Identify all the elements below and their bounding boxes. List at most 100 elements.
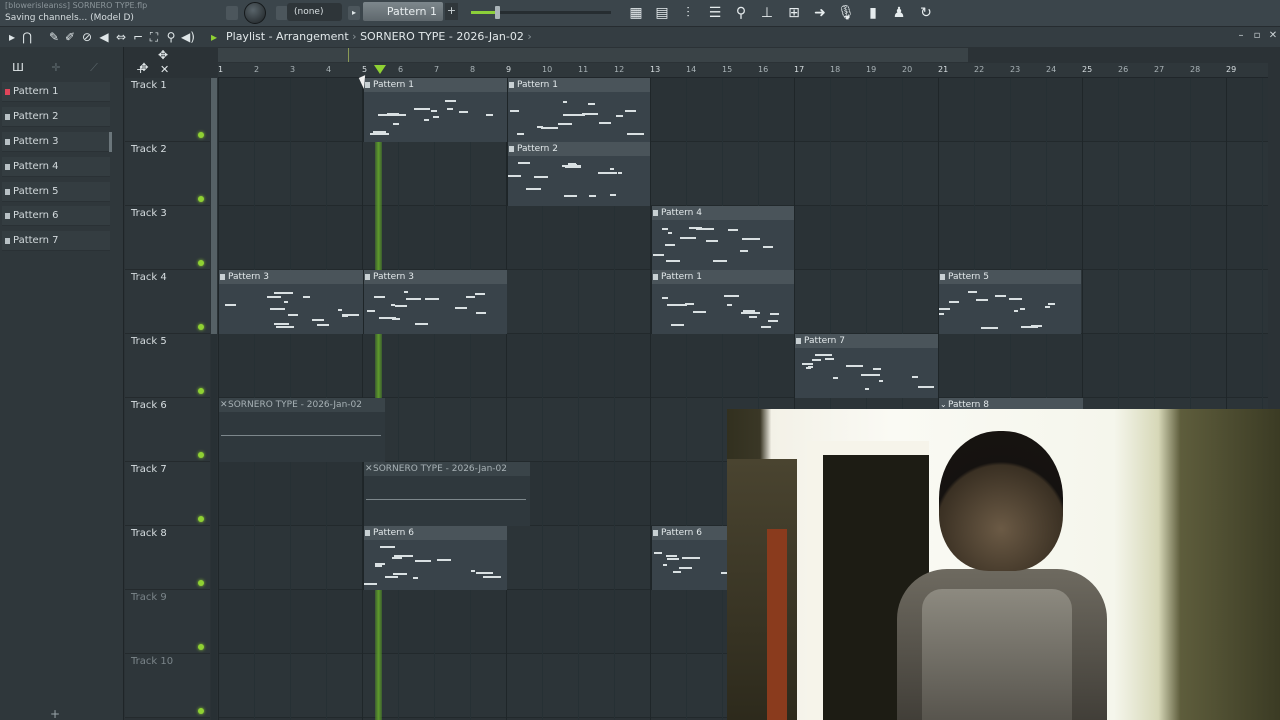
- track-mute-led[interactable]: [198, 260, 204, 266]
- picker-item-pattern-1[interactable]: Pattern 1: [2, 82, 110, 102]
- magnet-icon[interactable]: ⋂: [19, 28, 35, 46]
- clip-pattern-1[interactable]: Pattern 1: [363, 78, 507, 142]
- track-scrollbar[interactable]: [211, 78, 217, 720]
- tempo-icon[interactable]: ⊥: [757, 3, 777, 23]
- pencil-icon[interactable]: ✎: [46, 28, 62, 46]
- picker-item-pattern-7[interactable]: Pattern 7: [2, 231, 110, 251]
- track-mute-led[interactable]: [198, 644, 204, 650]
- volume-thumb[interactable]: [495, 6, 500, 19]
- track-header[interactable]: Track 5: [125, 334, 210, 398]
- clip-header[interactable]: Pattern 3: [219, 270, 363, 284]
- minimize-icon[interactable]: –: [1234, 29, 1248, 43]
- arrow-right-icon[interactable]: ➜: [810, 3, 830, 23]
- clip-header[interactable]: Pattern 2: [508, 142, 650, 156]
- playlist-overview[interactable]: [218, 48, 968, 62]
- clip-audio[interactable]: ✕ SORNERO TYPE - 2026-Jan-02: [363, 462, 530, 526]
- browser-icon[interactable]: ⊞: [784, 3, 804, 23]
- track-header[interactable]: Track 4: [125, 270, 210, 334]
- clip-header[interactable]: Pattern 5: [939, 270, 1081, 284]
- piano-roll-icon[interactable]: ▤: [652, 3, 672, 23]
- clip-header[interactable]: Pattern 6: [364, 526, 507, 540]
- brush-icon[interactable]: ✐: [62, 28, 78, 46]
- track-mute-led[interactable]: [198, 452, 204, 458]
- arrangement-name[interactable]: SORNERO TYPE - 2026-Jan-02: [360, 30, 524, 43]
- clip-header[interactable]: Pattern 1: [508, 78, 650, 92]
- clip-header[interactable]: ✕ SORNERO TYPE - 2026-Jan-02: [219, 398, 385, 412]
- picker-item-pattern-3[interactable]: Pattern 3: [2, 132, 110, 152]
- clip-pattern-1[interactable]: Pattern 1: [651, 270, 794, 334]
- track-header[interactable]: Track 3: [125, 206, 210, 270]
- delete-icon[interactable]: ⊘: [79, 28, 95, 46]
- clip-pattern-3[interactable]: Pattern 3: [363, 270, 507, 334]
- clip-audio[interactable]: ✕ SORNERO TYPE - 2026-Jan-02: [218, 398, 385, 462]
- zoom-icon[interactable]: ⚲: [163, 28, 179, 46]
- mute-icon[interactable]: ◀: [96, 28, 112, 46]
- clip-header[interactable]: Pattern 3: [364, 270, 507, 284]
- file-icon[interactable]: ▮: [863, 3, 883, 23]
- play-arrow-icon[interactable]: ▸: [4, 28, 20, 46]
- track-mute-led[interactable]: [198, 196, 204, 202]
- add-track-icon[interactable]: +: [136, 63, 145, 76]
- track-header[interactable]: Track 2: [125, 142, 210, 206]
- track-mute-led[interactable]: [198, 132, 204, 138]
- picker-scrollbar[interactable]: [109, 132, 112, 152]
- plugin-picker-icon[interactable]: ⚲: [731, 3, 751, 23]
- play-pattern-button[interactable]: ▸: [348, 6, 360, 20]
- track-mute-led[interactable]: [198, 708, 204, 714]
- clip-header[interactable]: ✕ SORNERO TYPE - 2026-Jan-02: [364, 462, 530, 476]
- stamp-icon[interactable]: ♟: [889, 3, 909, 23]
- clip-pattern-1[interactable]: Pattern 1: [507, 78, 650, 142]
- close-picker-icon[interactable]: ✕: [160, 63, 169, 76]
- microphone-icon[interactable]: 🎙: [836, 3, 856, 23]
- add-pattern-button[interactable]: +: [445, 3, 458, 20]
- select-icon[interactable]: ⛶: [146, 28, 162, 46]
- mixer-icon[interactable]: ⫶: [678, 3, 698, 23]
- track-header[interactable]: Track 10: [125, 654, 210, 718]
- playback-icon[interactable]: ◀): [180, 28, 196, 46]
- channel-rack-icon[interactable]: ☰: [705, 3, 725, 23]
- playhead-marker[interactable]: [374, 65, 386, 74]
- picker-item-pattern-6[interactable]: Pattern 6: [2, 206, 110, 226]
- clip-header[interactable]: Pattern 7: [795, 334, 938, 348]
- track-header[interactable]: Track 6: [125, 398, 210, 462]
- picker-item-pattern-4[interactable]: Pattern 4: [2, 157, 110, 177]
- track-scrollbar-thumb[interactable]: [211, 78, 217, 334]
- clip-pattern-5[interactable]: Pattern 5: [938, 270, 1081, 334]
- track-mute-led[interactable]: [198, 388, 204, 394]
- pattern-selector[interactable]: Pattern 1: [363, 2, 443, 21]
- clip-pattern-7[interactable]: Pattern 7: [794, 334, 938, 398]
- picker-item-pattern-2[interactable]: Pattern 2: [2, 107, 110, 127]
- refresh-icon[interactable]: ↻: [916, 3, 936, 23]
- clip-header[interactable]: Pattern 1: [364, 78, 507, 92]
- picker-add-button[interactable]: +: [50, 707, 60, 720]
- maximize-icon[interactable]: ▫: [1250, 29, 1264, 43]
- master-volume-slider[interactable]: [471, 6, 611, 19]
- clip-header[interactable]: Pattern 1: [652, 270, 794, 284]
- track-mute-led[interactable]: [198, 516, 204, 522]
- playlist-icon[interactable]: ▦: [626, 3, 646, 23]
- move-icon[interactable]: ✥: [158, 48, 168, 62]
- clip-pattern-6[interactable]: Pattern 6: [363, 526, 507, 590]
- track-header[interactable]: Track 8: [125, 526, 210, 590]
- clip-header[interactable]: Pattern 4: [652, 206, 794, 220]
- track-header[interactable]: Track 7: [125, 462, 210, 526]
- clip-pattern-4[interactable]: Pattern 4: [651, 206, 794, 270]
- snap-button[interactable]: [226, 6, 238, 20]
- arrangement-play-icon[interactable]: ▸: [206, 28, 222, 46]
- track-name: Track 2: [131, 144, 167, 155]
- slice-icon[interactable]: ⌐: [130, 28, 146, 46]
- picker-edit-icon[interactable]: ⟋: [86, 60, 102, 76]
- slip-icon[interactable]: ⇔: [113, 28, 129, 46]
- clip-pattern-3[interactable]: Pattern 3: [218, 270, 363, 334]
- close-icon[interactable]: ✕: [1266, 29, 1280, 43]
- track-header[interactable]: Track 1: [125, 78, 210, 142]
- track-header[interactable]: Track 9: [125, 590, 210, 654]
- picker-add-icon[interactable]: ✛: [48, 60, 64, 76]
- master-pitch-knob[interactable]: [244, 2, 266, 24]
- track-mute-led[interactable]: [198, 580, 204, 586]
- track-mute-led[interactable]: [198, 324, 204, 330]
- clip-pattern-2[interactable]: Pattern 2: [507, 142, 650, 206]
- picker-mode-icon[interactable]: Ш: [10, 60, 26, 76]
- none-selector[interactable]: (none): [287, 3, 342, 21]
- picker-item-pattern-5[interactable]: Pattern 5: [2, 182, 110, 202]
